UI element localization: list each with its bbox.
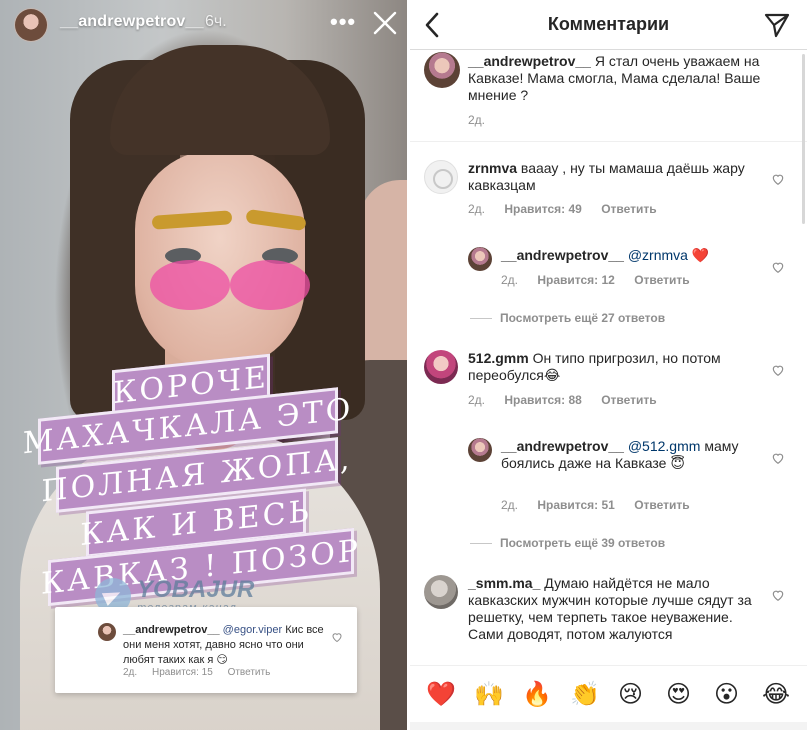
likes-count[interactable]: Нравится: 88 [504, 393, 582, 407]
comment-meta: 2д. Нравится: 49 Ответить [468, 202, 657, 216]
story-username[interactable]: __andrewpetrov__ [60, 13, 204, 31]
mention-link[interactable]: @512.gmm [628, 438, 701, 454]
more-dots-icon[interactable]: ••• [330, 9, 356, 35]
avatar[interactable] [468, 247, 492, 271]
emoji-fire-button[interactable]: 🔥 [522, 680, 552, 708]
reply-button[interactable]: Ответить [634, 498, 689, 512]
emoji-clap-button[interactable]: 👏 [570, 680, 600, 708]
caption-meta: 2д. [468, 113, 486, 127]
avatar[interactable] [424, 575, 458, 609]
story-header: __andrewpetrov__ 6ч. ••• [0, 0, 407, 52]
photo-blush [150, 260, 230, 310]
comment-text: _smm.ma_ Думаю найдётся не мало кавказск… [468, 575, 752, 642]
view-more-replies[interactable]: Посмотреть ещё 27 ответов [470, 311, 665, 325]
emoji-raised-hands-button[interactable]: 🙌 [474, 680, 504, 708]
close-icon[interactable] [372, 10, 398, 36]
emoji-surprised-button[interactable]: 😮 [714, 680, 739, 708]
heart-outline-icon[interactable] [771, 172, 785, 186]
view-more-replies[interactable]: Посмотреть ещё 39 ответов [470, 536, 665, 550]
reply-button[interactable]: Ответить [634, 273, 689, 287]
comment-text: 512.gmm Он типо пригрозил, но потом пере… [468, 350, 721, 383]
emoji-heart-button[interactable]: ❤️ [426, 680, 456, 708]
avatar[interactable] [424, 160, 458, 194]
heart-outline-icon [332, 633, 342, 643]
emoji-cry-button[interactable]: 😢 [618, 680, 643, 708]
avatar[interactable] [424, 350, 458, 384]
mention-link[interactable]: @zrnmva [628, 247, 688, 263]
heart-outline-icon[interactable] [771, 588, 785, 602]
story-viewer[interactable]: __andrewpetrov__ 6ч. ••• КОРОЧЕ МАХАЧКАЛ… [0, 0, 407, 730]
page-title: Комментарии [547, 14, 670, 34]
avatar[interactable] [468, 438, 492, 462]
caption-text: __andrewpetrov__ Я стал очень уважаем на… [468, 53, 761, 103]
reply-meta: 2д. Нравится: 12 Ответить [501, 273, 690, 287]
comment-username[interactable]: zrnmva [468, 160, 517, 176]
story-comment-sticker[interactable]: __andrewpetrov__ @egor.viper Кис все они… [55, 607, 357, 693]
sticker-comment-meta: 2д. Нравится: 15 Ответить [123, 667, 271, 678]
heart-outline-icon[interactable] [771, 363, 785, 377]
heart-outline-icon[interactable] [771, 451, 785, 465]
reply-meta: 2д. Нравится: 51 Ответить [501, 498, 690, 512]
story-timestamp: 6ч. [205, 13, 227, 30]
comment-text: zrnmva вааау , ну ты мамаша даёшь жару к… [468, 160, 745, 193]
reply-text: __andrewpetrov__ @512.gmm маму боялись д… [501, 438, 739, 471]
comment-username[interactable]: __andrewpetrov__ [468, 53, 591, 69]
avatar [98, 623, 116, 641]
emoji-heart-eyes-button[interactable]: 😍 [666, 680, 691, 708]
likes-count[interactable]: Нравится: 51 [537, 498, 615, 512]
comment-username[interactable]: 512.gmm [468, 350, 529, 366]
sticker-comment-text: __andrewpetrov__ @egor.viper Кис все они… [123, 624, 324, 666]
reply-text: __andrewpetrov__ @zrnmva ❤️ [501, 247, 710, 263]
emoji-laughing-button[interactable]: 😂 [762, 680, 790, 708]
reply-button[interactable]: Ответить [601, 393, 656, 407]
avatar[interactable] [424, 52, 460, 88]
scrollbar[interactable] [802, 54, 805, 224]
comment-meta: 2д. Нравится: 88 Ответить [468, 393, 657, 407]
story-avatar[interactable] [14, 8, 48, 42]
likes-count[interactable]: Нравится: 12 [537, 273, 615, 287]
divider [410, 141, 807, 142]
reply-button[interactable]: Ответить [601, 202, 656, 216]
watermark-title: YOBAJUR [137, 576, 255, 603]
heart-outline-icon[interactable] [771, 260, 785, 274]
emoji-reaction-bar: ❤️ 🙌 🔥 👏 😢 😍 😮 😂 [410, 665, 807, 730]
send-icon[interactable] [764, 12, 790, 38]
photo-second-person [360, 180, 407, 390]
comments-header: Комментарии [410, 0, 807, 50]
comment-input-edge [410, 722, 807, 730]
photo-blush [230, 260, 310, 310]
likes-count[interactable]: Нравится: 49 [504, 202, 582, 216]
comments-screen: Комментарии __andrewpetrov__ Я стал очен… [410, 0, 807, 730]
comment-username[interactable]: _smm.ma_ [468, 575, 540, 591]
comment-username[interactable]: __andrewpetrov__ [501, 247, 624, 263]
comment-username[interactable]: __andrewpetrov__ [501, 438, 624, 454]
